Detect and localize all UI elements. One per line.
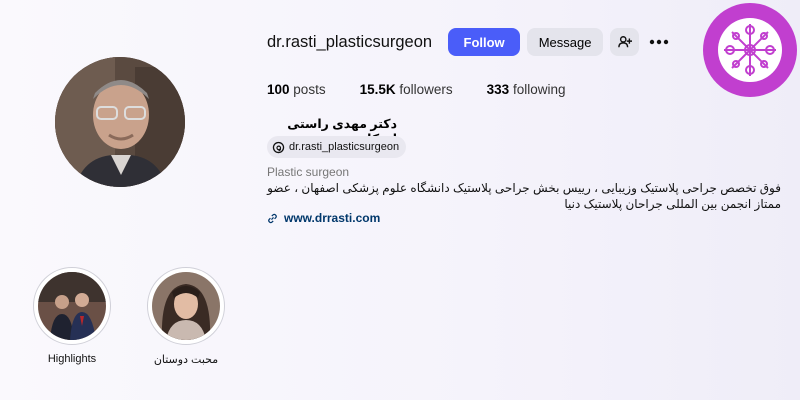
follow-button[interactable]: Follow: [448, 28, 521, 56]
avatar-photo: [55, 57, 185, 187]
following-stat[interactable]: 333 following: [487, 82, 566, 97]
highlight-cover: [152, 272, 220, 340]
link-icon: [268, 213, 277, 223]
more-options-button[interactable]: [647, 28, 671, 56]
profile-bio: فوق تخصص جراحی پلاستیک وزیبایی ، رییس بخ…: [267, 181, 781, 211]
highlight-ring: [33, 267, 111, 345]
website-url: www.drrasti.com: [284, 211, 381, 225]
threads-badge[interactable]: dr.rasti_plasticsurgeon: [267, 136, 407, 158]
username: dr.rasti_plasticsurgeon: [267, 32, 433, 51]
highlight-ring: [147, 267, 225, 345]
message-button[interactable]: Message: [527, 28, 604, 56]
suggested-accounts-button[interactable]: [610, 28, 640, 56]
story-highlight[interactable]: Highlights: [32, 267, 112, 365]
more-dots-icon: [649, 39, 669, 45]
highlight-photo: [38, 272, 106, 340]
highlight-cover: [38, 272, 106, 340]
profile-stats: 100 posts 15.5K followers 333 following: [267, 82, 565, 97]
watermark-logo: [702, 2, 798, 98]
followers-stat[interactable]: 15.5K followers: [360, 82, 453, 97]
profile-avatar[interactable]: [55, 57, 185, 187]
threads-icon: [272, 141, 285, 153]
website-link[interactable]: www.drrasti.com: [267, 211, 380, 225]
threads-handle: dr.rasti_plasticsurgeon: [289, 141, 400, 153]
watermark-logo-graphic: [703, 3, 797, 97]
profile-header: dr.rasti_plasticsurgeon Follow Message: [267, 28, 671, 56]
story-highlight[interactable]: محبت دوستان: [146, 267, 226, 366]
highlight-label: محبت دوستان: [153, 354, 219, 366]
posts-stat: 100 posts: [267, 82, 326, 97]
profile-category: Plastic surgeon: [267, 165, 350, 179]
person-add-icon: [617, 36, 632, 48]
highlight-label: Highlights: [47, 353, 97, 365]
highlight-photo: [152, 272, 220, 340]
